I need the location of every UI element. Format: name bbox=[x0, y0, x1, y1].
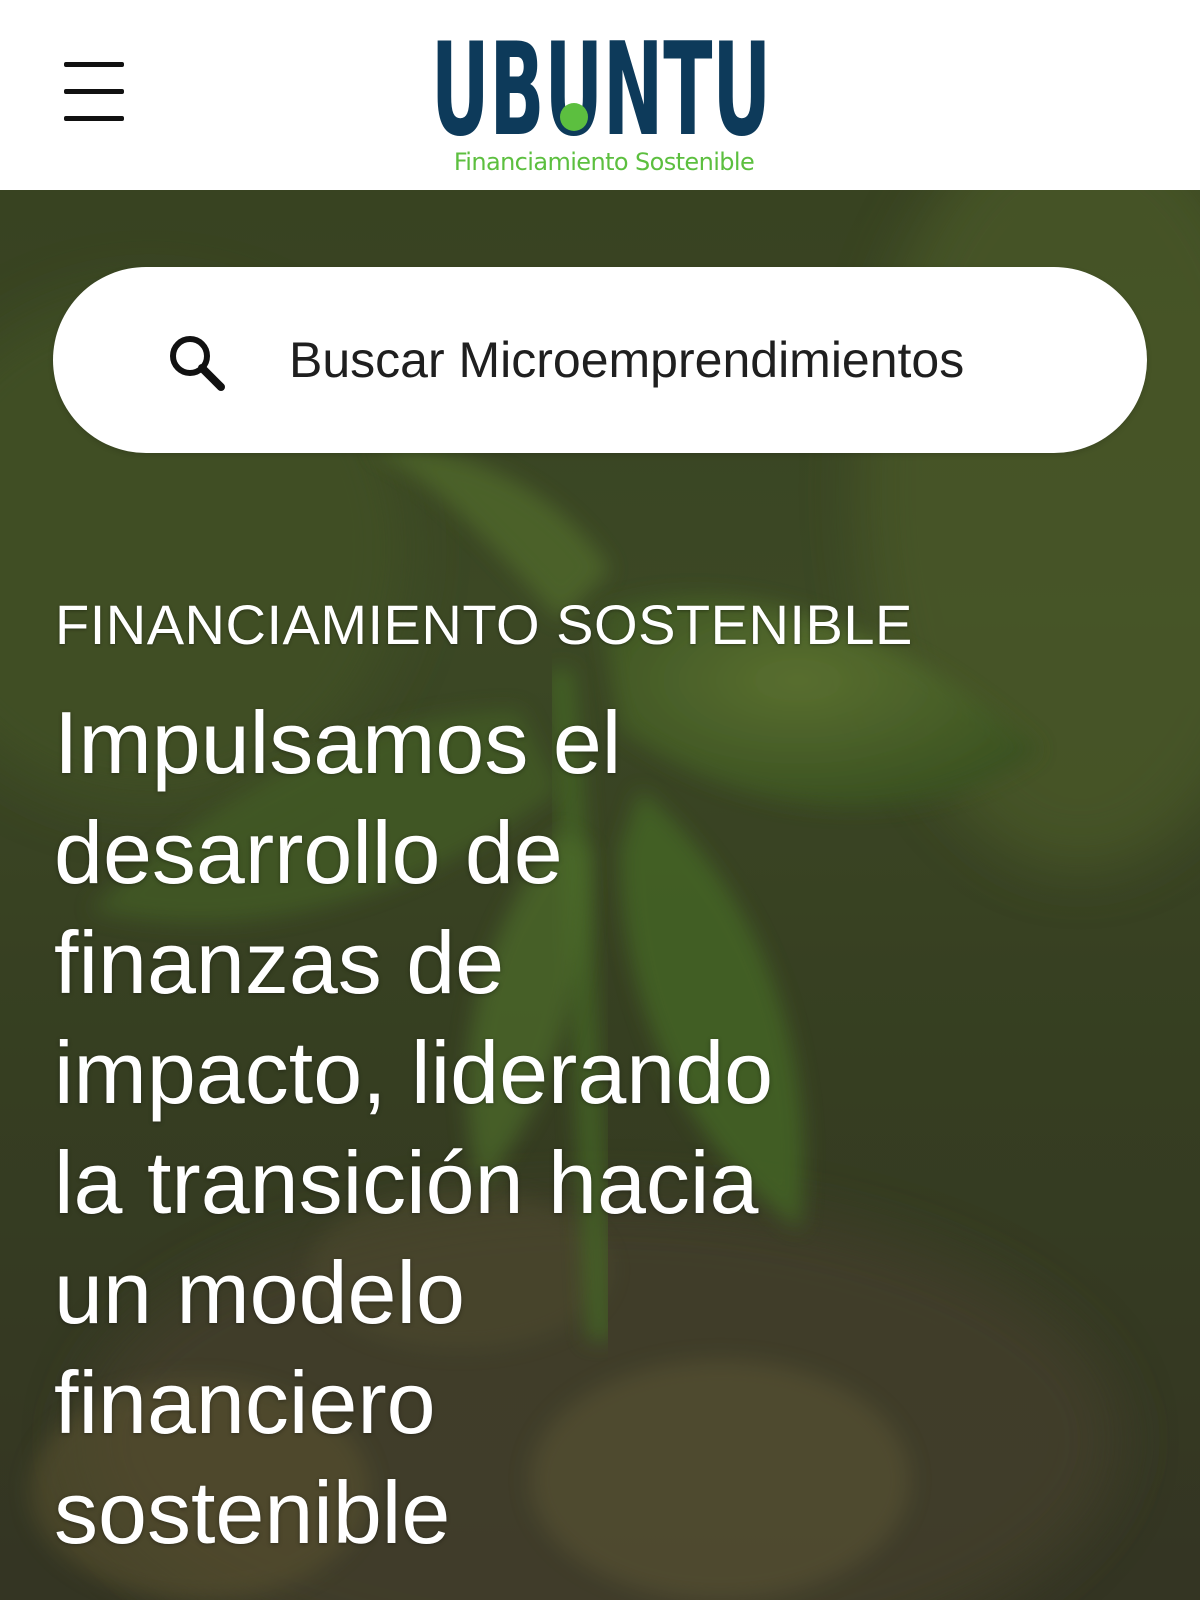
headline-line: la transición hacia bbox=[54, 1133, 759, 1232]
headline-line: sostenible bbox=[54, 1463, 451, 1562]
logo-dot bbox=[560, 103, 588, 131]
search-bar[interactable] bbox=[53, 267, 1147, 453]
ubuntu-logo[interactable]: UBUNTU Financiamiento Sostenible bbox=[420, 8, 800, 186]
hamburger-menu-icon bbox=[64, 62, 124, 67]
hero-section: FINANCIAMIENTO SOSTENIBLE Impulsamos el … bbox=[0, 190, 1200, 1600]
hero-headline: Impulsamos el desarrollo de finanzas de … bbox=[54, 688, 954, 1568]
menu-button[interactable] bbox=[56, 54, 128, 130]
headline-line: Impulsamos el bbox=[54, 693, 622, 792]
search-icon[interactable] bbox=[165, 331, 229, 395]
search-input[interactable] bbox=[289, 317, 1109, 403]
headline-line: finanzas de bbox=[54, 913, 505, 1012]
hero-eyebrow: FINANCIAMIENTO SOSTENIBLE bbox=[55, 593, 913, 656]
headline-line: financiero bbox=[54, 1353, 436, 1452]
site-header: UBUNTU Financiamiento Sostenible bbox=[0, 0, 1200, 190]
logo-tagline: Financiamiento Sostenible bbox=[453, 148, 755, 176]
logo-wordmark: UBUNTU bbox=[431, 18, 771, 142]
headline-line: desarrollo de bbox=[54, 803, 563, 902]
headline-line: un modelo bbox=[54, 1243, 465, 1342]
hamburger-menu-bar bbox=[64, 116, 124, 121]
headline-line: impacto, liderando bbox=[54, 1023, 774, 1122]
logo-wordmark-text: UBUNTU bbox=[431, 18, 771, 142]
hamburger-menu-bar bbox=[64, 89, 124, 94]
